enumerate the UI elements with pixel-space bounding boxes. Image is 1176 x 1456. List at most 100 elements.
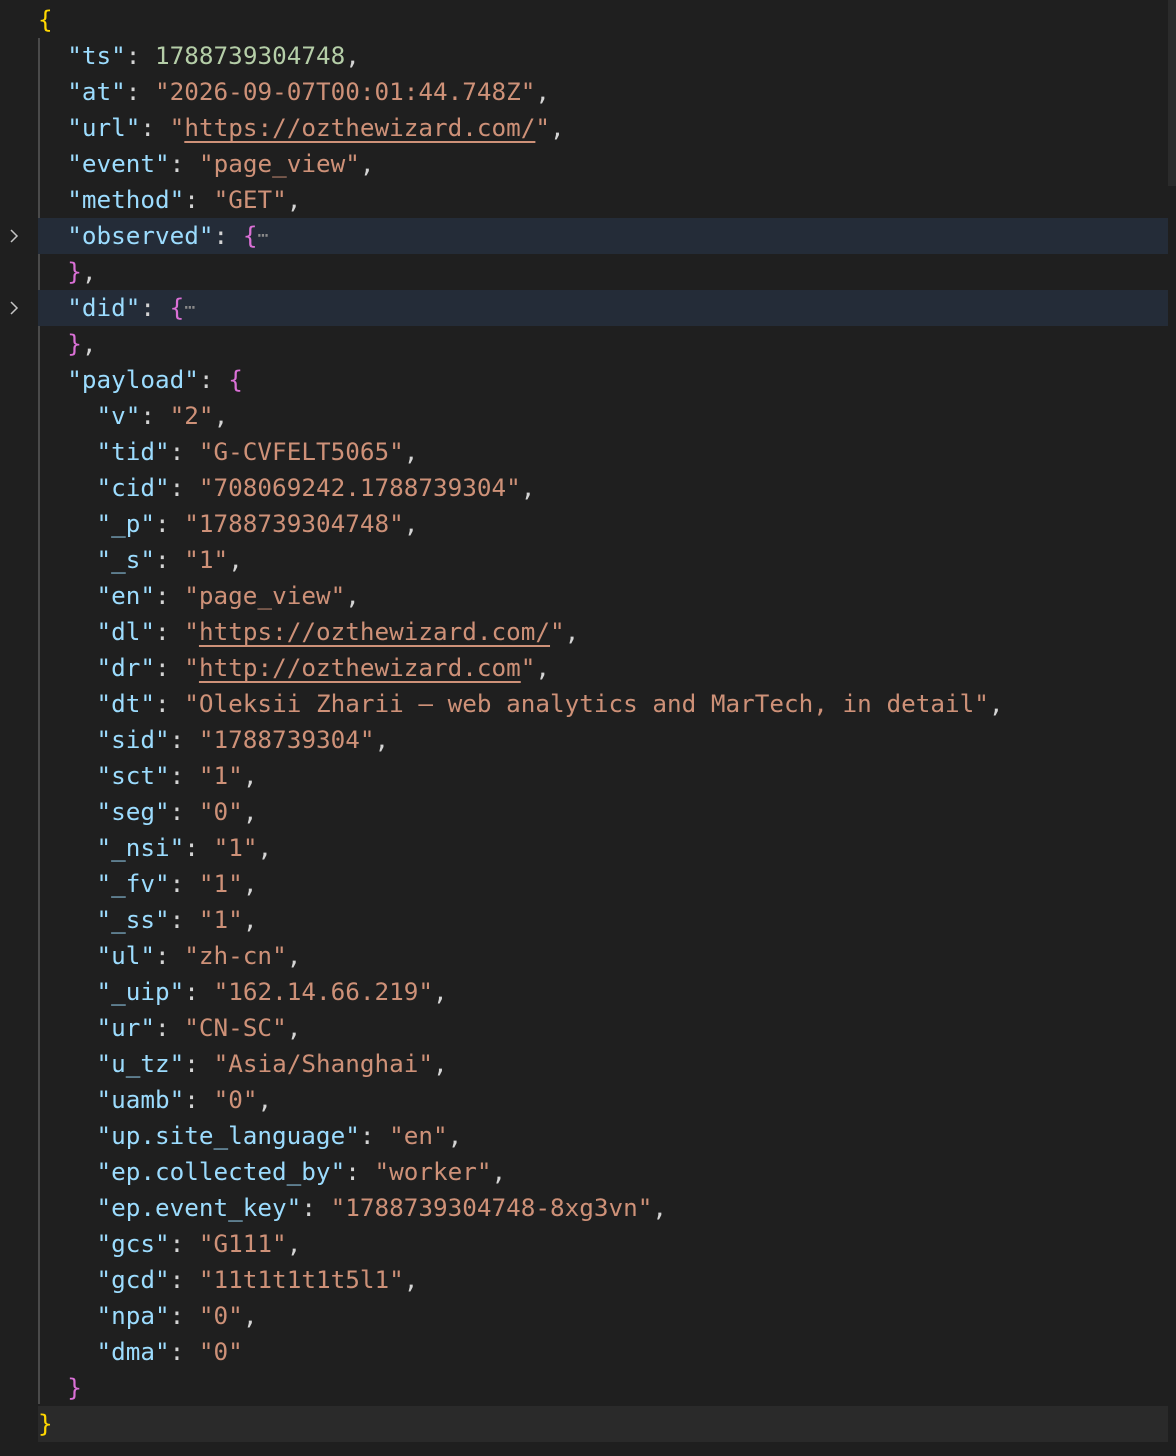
json-string-value: "page_view" — [198, 149, 360, 178]
code-line[interactable]: }, — [38, 254, 1168, 290]
json-string-value: "CN-SC" — [184, 1013, 287, 1042]
code-line[interactable]: { — [38, 2, 1168, 38]
folded-ellipsis[interactable]: ⋯ — [257, 225, 268, 246]
json-key: "uamb" — [96, 1085, 185, 1114]
vertical-scrollbar[interactable] — [1168, 0, 1176, 186]
payload-line[interactable]: "_fv": "1", — [38, 866, 1168, 902]
folded-ellipsis[interactable]: ⋯ — [184, 297, 195, 318]
payload-line[interactable]: "up.site_language": "en", — [38, 1118, 1168, 1154]
payload-line[interactable]: "gcd": "11t1t1t1t5l1", — [38, 1262, 1168, 1298]
payload-line[interactable]: "sct": "1", — [38, 758, 1168, 794]
payload-line[interactable]: "_uip": "162.14.66.219", — [38, 974, 1168, 1010]
url-link[interactable]: https://ozthewizard.com/ — [184, 113, 535, 142]
json-key: "cid" — [96, 473, 170, 502]
payload-line[interactable]: "dr": "http://ozthewizard.com", — [38, 650, 1168, 686]
payload-line[interactable]: "ur": "CN-SC", — [38, 1010, 1168, 1046]
json-string-value: "1788739304" — [198, 725, 375, 754]
object-open-brace: { — [169, 293, 185, 322]
json-key: "en" — [96, 581, 156, 610]
url-link[interactable]: https://ozthewizard.com/ — [199, 617, 550, 646]
json-key: "ur" — [96, 1013, 156, 1042]
code-line[interactable]: } — [38, 1370, 1168, 1406]
json-key: "npa" — [96, 1301, 170, 1330]
object-open-brace: { — [228, 365, 243, 394]
payload-line[interactable]: "ep.event_key": "1788739304748-8xg3vn", — [38, 1190, 1168, 1226]
json-string-value: "1" — [198, 905, 243, 934]
json-key: "u_tz" — [96, 1049, 185, 1078]
code-line-observed[interactable]: "observed": {⋯ — [10, 218, 1168, 254]
payload-line[interactable]: "_ss": "1", — [38, 902, 1168, 938]
json-key: "sct" — [96, 761, 170, 790]
payload-line[interactable]: "ep.collected_by": "worker", — [38, 1154, 1168, 1190]
json-string-value: "1" — [213, 833, 258, 862]
object-close-brace: } — [67, 1373, 82, 1402]
url-link[interactable]: http://ozthewizard.com — [199, 653, 521, 682]
payload-line[interactable]: "v": "2", — [38, 398, 1168, 434]
json-key: "v" — [96, 401, 141, 430]
json-string-value: "page_view" — [184, 581, 346, 610]
object-open-brace: { — [242, 221, 258, 250]
json-string-value: "Asia/Shanghai" — [213, 1049, 433, 1078]
payload-line[interactable]: "en": "page_view", — [38, 578, 1168, 614]
json-string-value: "Oleksii Zharii — web analytics and MarT… — [184, 689, 989, 718]
payload-line[interactable]: "u_tz": "Asia/Shanghai", — [38, 1046, 1168, 1082]
json-string-value: "1788739304748" — [184, 509, 404, 538]
json-key: "dt" — [96, 689, 156, 718]
payload-line[interactable]: "_nsi": "1", — [38, 830, 1168, 866]
json-string-value: "0" — [213, 1085, 258, 1114]
json-key: "dr" — [96, 653, 156, 682]
json-key: "dl" — [96, 617, 156, 646]
code-line-method[interactable]: "method": "GET", — [38, 182, 1168, 218]
json-string-value: "G-CVFELT5065" — [198, 437, 404, 466]
json-string-value: "worker" — [374, 1157, 492, 1186]
code-line-at[interactable]: "at": "2026-09-07T00:01:44.748Z", — [38, 74, 1168, 110]
json-string-value: "11t1t1t1t5l1" — [198, 1265, 404, 1294]
code-line-payload[interactable]: "payload": { — [38, 362, 1168, 398]
payload-line[interactable]: "uamb": "0", — [38, 1082, 1168, 1118]
json-string-value: "1" — [198, 761, 243, 790]
json-string-value: "1" — [184, 545, 229, 574]
chevron-right-icon[interactable] — [6, 228, 22, 244]
json-key: "observed" — [67, 221, 214, 250]
payload-line[interactable]: "cid": "708069242.1788739304", — [38, 470, 1168, 506]
json-key: "_fv" — [96, 869, 170, 898]
payload-line[interactable]: "_s": "1", — [38, 542, 1168, 578]
json-string-value: "0" — [198, 797, 243, 826]
json-key: "tid" — [96, 437, 170, 466]
object-close-brace: } — [67, 329, 82, 358]
payload-line[interactable]: "dt": "Oleksii Zharii — web analytics an… — [38, 686, 1168, 722]
json-key: "event" — [67, 149, 170, 178]
json-string-value: "0" — [198, 1301, 243, 1330]
json-key: "dma" — [96, 1337, 170, 1366]
json-string-value: "708069242.1788739304" — [198, 473, 521, 502]
json-number-value: 1788739304748 — [155, 41, 346, 70]
code-line-ts[interactable]: "ts": 1788739304748, — [38, 38, 1168, 74]
json-key: "up.site_language" — [96, 1121, 360, 1150]
editor-gutter — [0, 0, 38, 1456]
json-key: "ep.collected_by" — [96, 1157, 346, 1186]
code-line-did[interactable]: "did": {⋯ — [10, 290, 1168, 326]
code-line[interactable]: } — [38, 1406, 1168, 1442]
json-string-value: "1" — [198, 869, 243, 898]
json-key: "payload" — [67, 365, 199, 394]
json-string-value: "GET" — [213, 185, 287, 214]
code-line[interactable]: }, — [38, 326, 1168, 362]
payload-line[interactable]: "dl": "https://ozthewizard.com/", — [38, 614, 1168, 650]
code-line-url[interactable]: "url": "https://ozthewizard.com/", — [38, 110, 1168, 146]
payload-line[interactable]: "_p": "1788739304748", — [38, 506, 1168, 542]
payload-line[interactable]: "npa": "0", — [38, 1298, 1168, 1334]
payload-entries: "v": "2", "tid": "G-CVFELT5065", "cid": … — [38, 398, 1168, 1370]
json-key: "at" — [67, 77, 126, 106]
payload-line[interactable]: "tid": "G-CVFELT5065", — [38, 434, 1168, 470]
json-key: "_s" — [96, 545, 156, 574]
json-editor[interactable]: { "ts": 1788739304748, "at": "2026-09-07… — [0, 0, 1176, 1456]
payload-line[interactable]: "dma": "0" — [38, 1334, 1168, 1370]
chevron-right-icon[interactable] — [6, 300, 22, 316]
payload-line[interactable]: "sid": "1788739304", — [38, 722, 1168, 758]
payload-line[interactable]: "gcs": "G111", — [38, 1226, 1168, 1262]
json-key: "_p" — [96, 509, 156, 538]
payload-line[interactable]: "ul": "zh-cn", — [38, 938, 1168, 974]
code-line-event[interactable]: "event": "page_view", — [38, 146, 1168, 182]
payload-line[interactable]: "seg": "0", — [38, 794, 1168, 830]
json-key: "seg" — [96, 797, 170, 826]
